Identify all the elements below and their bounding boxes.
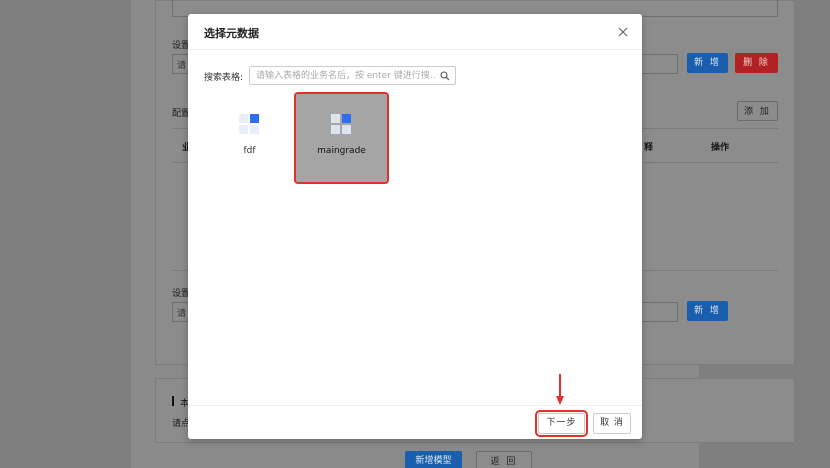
table-grid-icon (331, 114, 353, 136)
search-box[interactable] (249, 66, 456, 85)
page-left-margin (0, 0, 131, 468)
bg-add-button-2: 新 增 (687, 301, 728, 321)
next-step-button[interactable]: 下一步 (535, 410, 588, 437)
bg-back-button: 返 回 (476, 451, 532, 468)
select-metadata-dialog: 选择元数据 搜索表格: fdf maingrade (188, 14, 642, 439)
dialog-footer: 下一步 取 消 (188, 405, 642, 439)
bg-th-ops: 操作 (711, 143, 730, 153)
bg-add-button-1: 新 增 (687, 53, 728, 73)
bg-new-model-button: 新增模型 (405, 451, 462, 468)
search-input[interactable] (256, 69, 436, 83)
dialog-header: 选择元数据 (188, 14, 642, 50)
bg-add-row-button: 添 加 (737, 101, 778, 121)
table-card-fdf[interactable]: fdf (204, 94, 295, 182)
table-card-label: maingrade (317, 146, 366, 156)
table-grid-icon (239, 114, 261, 136)
arrow-down-icon (556, 374, 564, 406)
table-card-maingrade[interactable]: maingrade (294, 92, 389, 184)
dialog-title: 选择元数据 (204, 27, 259, 40)
search-label: 搜索表格: (204, 73, 244, 83)
bg-delete-button: 删 除 (735, 53, 778, 73)
search-icon[interactable] (440, 71, 450, 81)
cancel-button[interactable]: 取 消 (593, 413, 631, 434)
table-card-label: fdf (243, 146, 256, 156)
bg-th-note: 释 (644, 143, 654, 153)
bg-section-marker (172, 396, 174, 406)
close-icon[interactable] (616, 25, 630, 39)
